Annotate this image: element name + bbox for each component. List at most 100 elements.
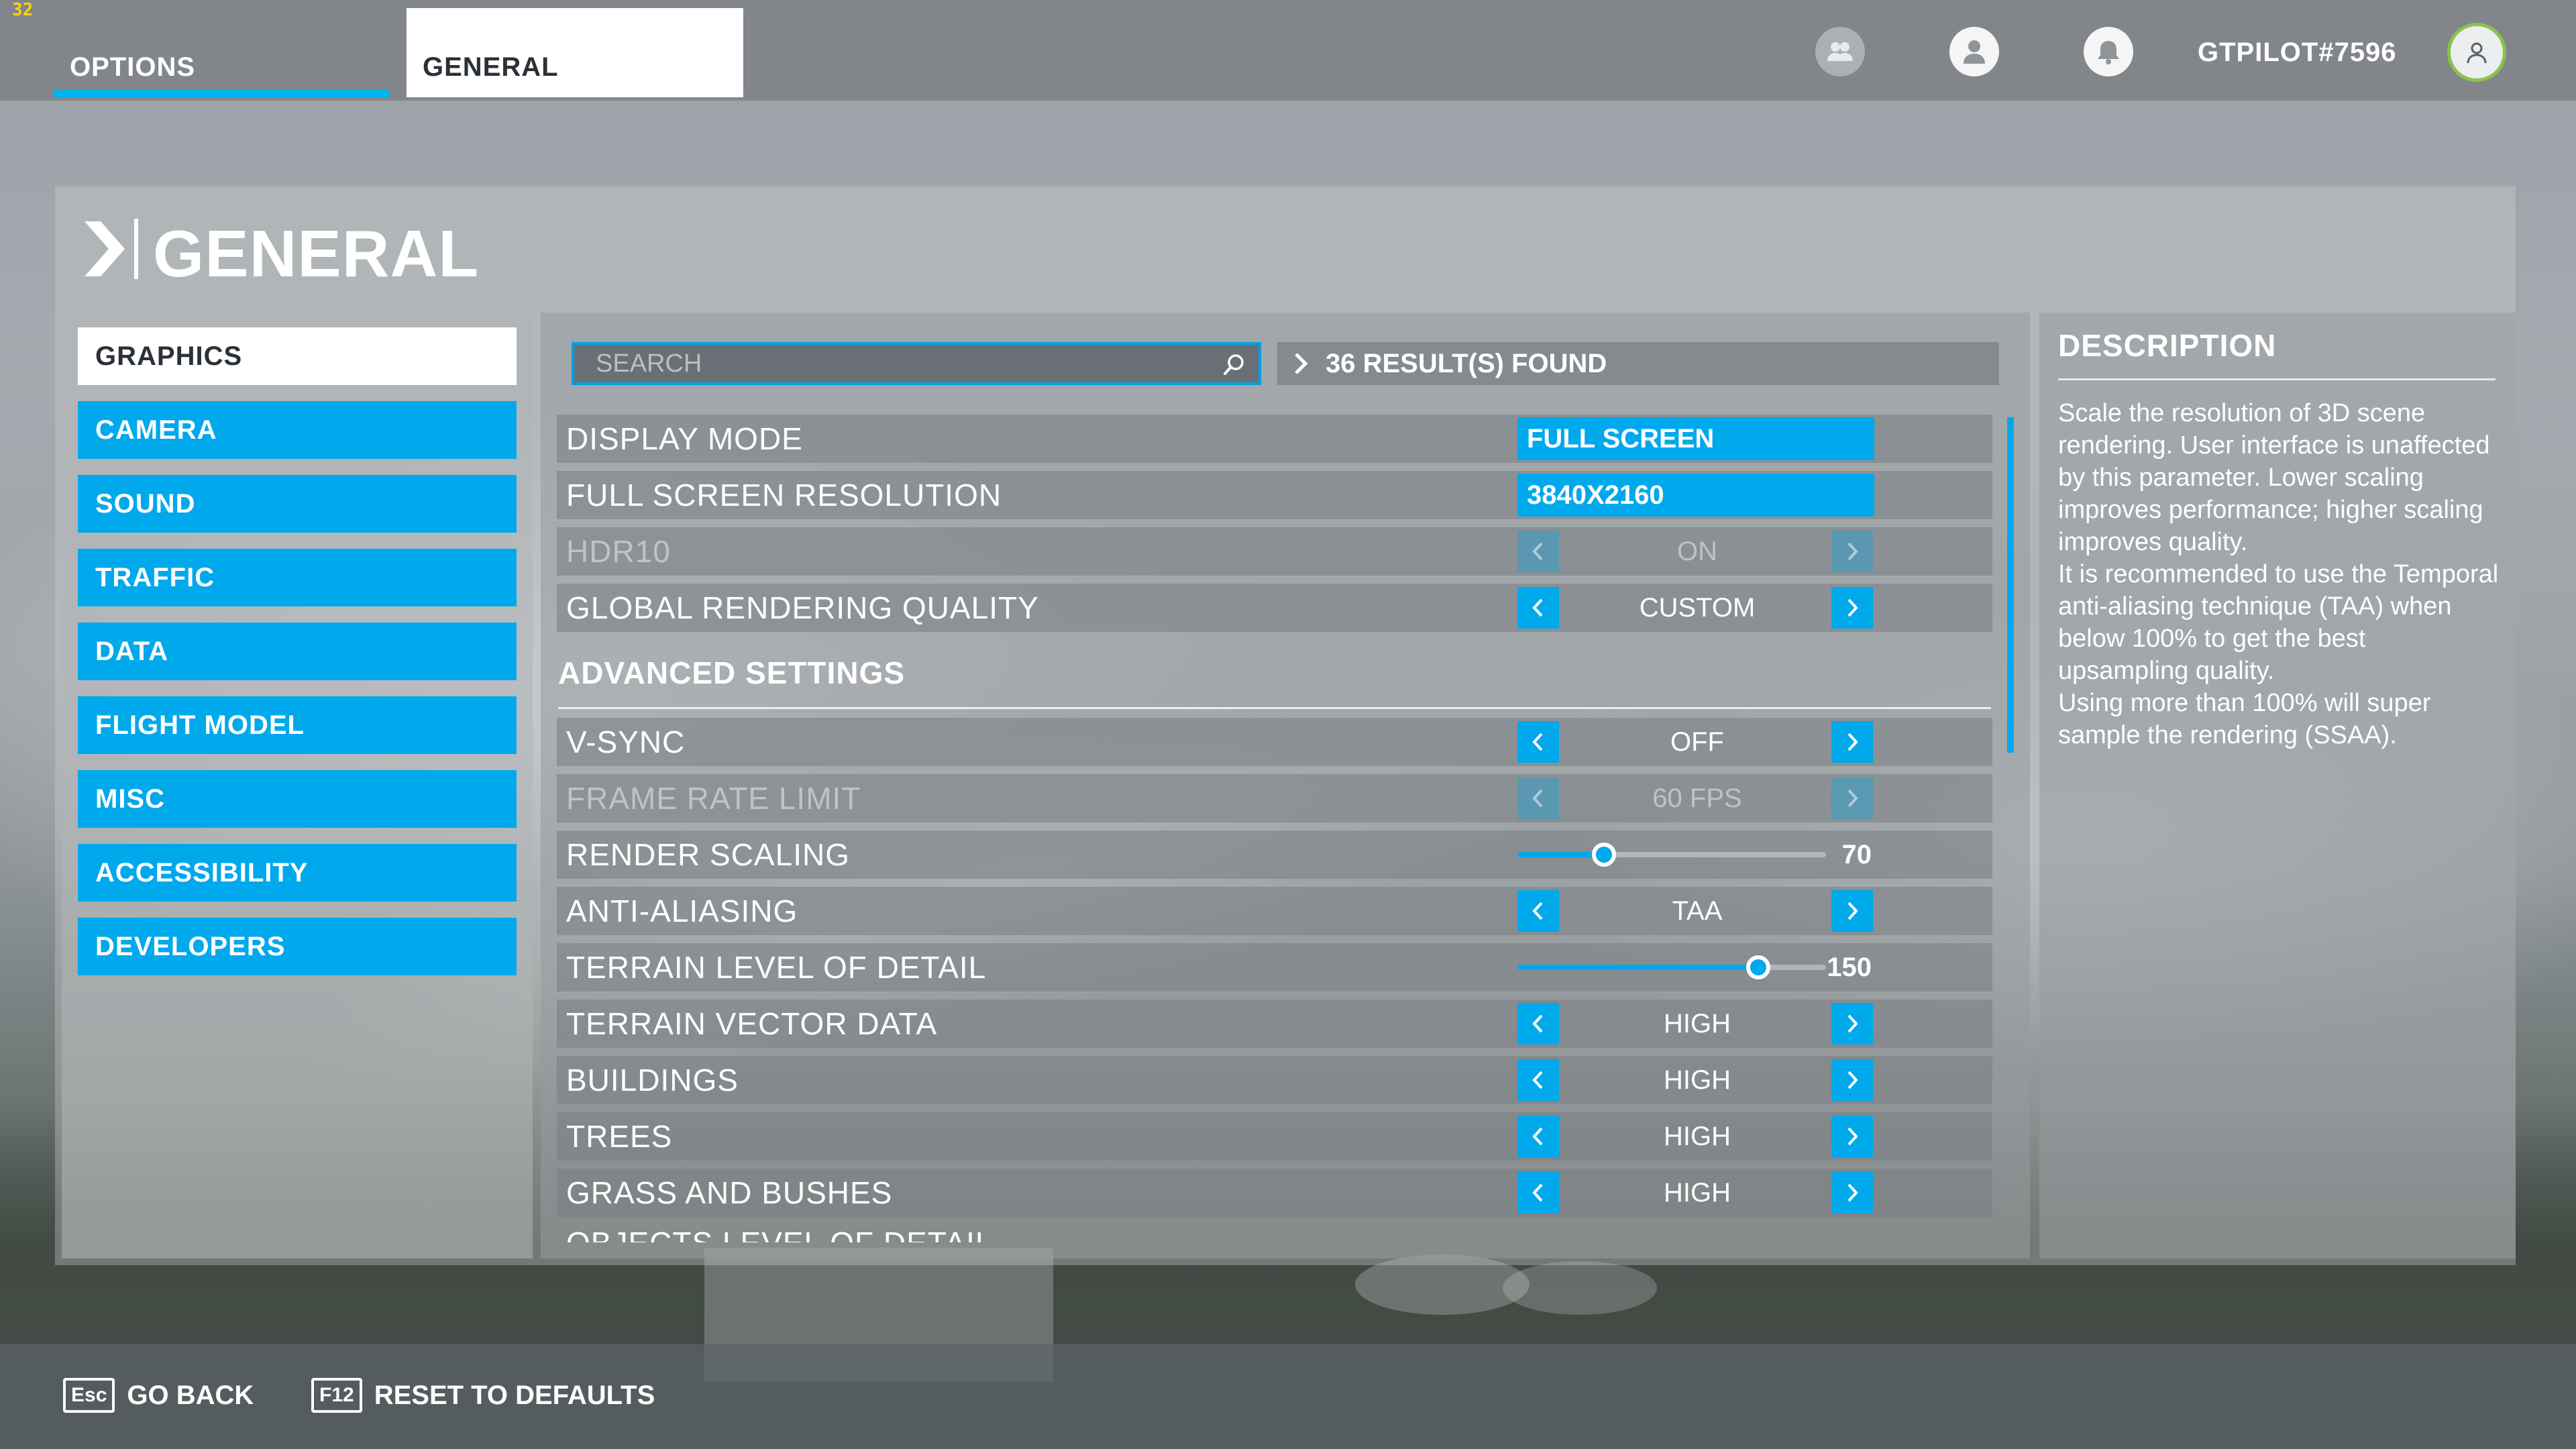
global-quality-next-button[interactable]: [1831, 587, 1873, 629]
terrain-vector-next-button[interactable]: [1831, 1003, 1873, 1044]
trees-next-button[interactable]: [1831, 1116, 1873, 1157]
esc-key-icon: Esc: [63, 1378, 115, 1413]
setting-label: V-SYNC: [566, 724, 686, 759]
results-text: 36 RESULT(S) FOUND: [1326, 348, 1607, 378]
chevron-left-icon: [1532, 902, 1543, 920]
go-back-label: GO BACK: [127, 1380, 254, 1410]
anti-aliasing-next-button[interactable]: [1831, 890, 1873, 932]
sidebar-item-camera[interactable]: CAMERA: [78, 401, 517, 459]
reset-defaults-button[interactable]: F12 RESET TO DEFAULTS: [311, 1378, 655, 1413]
chevron-right-icon: [1847, 1014, 1858, 1033]
vsync-next-button[interactable]: [1831, 721, 1873, 763]
description-paragraph: Using more than 100% will super sample t…: [2058, 689, 2431, 749]
hdr10-prev-button[interactable]: [1517, 531, 1559, 572]
chevron-left-icon: [1532, 733, 1543, 751]
friends-icon: [1827, 42, 1853, 61]
profile-button[interactable]: [1949, 27, 1999, 76]
slider-fill: [1517, 852, 1604, 857]
sidebar-item-sound[interactable]: SOUND: [78, 475, 517, 533]
sidebar-item-graphics[interactable]: GRAPHICS: [78, 327, 517, 385]
sidebar-item-traffic[interactable]: TRAFFIC: [78, 549, 517, 606]
setting-grass-and-bushes: GRASS AND BUSHES HIGH: [557, 1169, 1992, 1217]
setting-label: TERRAIN VECTOR DATA: [566, 1006, 938, 1041]
trees-prev-button[interactable]: [1517, 1116, 1559, 1157]
setting-label: TREES: [566, 1119, 673, 1154]
notification-icon: [2098, 41, 2119, 64]
chevron-right-icon: [85, 221, 125, 276]
vsync-prev-button[interactable]: [1517, 721, 1559, 763]
search-input[interactable]: [596, 349, 1199, 378]
setting-global-rendering-quality: GLOBAL RENDERING QUALITY CUSTOM: [557, 584, 1992, 632]
setting-vsync: V-SYNC OFF: [557, 718, 1992, 766]
setting-trees: TREES HIGH: [557, 1112, 1992, 1161]
render-scaling-slider[interactable]: [1517, 843, 1826, 867]
fps-counter: 32: [12, 0, 34, 20]
setting-terrain-level-of-detail: TERRAIN LEVEL OF DETAIL 150: [557, 943, 1992, 991]
description-divider: [2058, 378, 2496, 380]
anti-aliasing-value: TAA: [1672, 896, 1723, 926]
results-count: 36 RESULT(S) FOUND: [1277, 342, 1999, 385]
notifications-button[interactable]: [2084, 27, 2133, 76]
setting-label: GRASS AND BUSHES: [566, 1175, 893, 1210]
avatar[interactable]: [2447, 23, 2506, 82]
f12-key-icon: F12: [311, 1378, 362, 1413]
buildings-next-button[interactable]: [1831, 1059, 1873, 1101]
sidebar-item-flight-model[interactable]: FLIGHT MODEL: [78, 696, 517, 754]
page-title: GENERAL: [153, 217, 480, 290]
vsync-value: OFF: [1670, 727, 1724, 757]
setting-label: TERRAIN LEVEL OF DETAIL: [566, 950, 987, 985]
buildings-value: HIGH: [1664, 1065, 1731, 1095]
sidebar-item-data[interactable]: DATA: [78, 623, 517, 680]
buildings-prev-button[interactable]: [1517, 1059, 1559, 1101]
frame-rate-value: 60 FPS: [1652, 783, 1742, 813]
username[interactable]: GTPILOT#7596: [2198, 38, 2397, 68]
global-quality-value: CUSTOM: [1639, 592, 1756, 623]
setting-label: FRAME RATE LIMIT: [566, 781, 861, 816]
setting-label: DISPLAY MODE: [566, 421, 803, 456]
avatar-icon: [2467, 42, 2487, 64]
chevron-left-icon: [1532, 1183, 1543, 1202]
go-back-button[interactable]: Esc GO BACK: [63, 1378, 254, 1413]
chevron-left-icon: [1532, 1127, 1543, 1146]
description-paragraph: Scale the resolution of 3D scene renderi…: [2058, 399, 2490, 556]
description-paragraph: It is recommended to use the Temporal an…: [2058, 560, 2499, 685]
global-quality-prev-button[interactable]: [1517, 587, 1559, 629]
search-box[interactable]: [572, 342, 1261, 385]
slider-handle[interactable]: [1591, 843, 1616, 867]
hdr10-value: ON: [1677, 536, 1717, 566]
frame-rate-prev-button[interactable]: [1517, 777, 1559, 819]
advanced-settings-heading: ADVANCED SETTINGS: [558, 655, 906, 690]
list-scrollbar[interactable]: [2007, 417, 2014, 753]
anti-aliasing-prev-button[interactable]: [1517, 890, 1559, 932]
setting-label: ANTI-ALIASING: [566, 894, 798, 928]
hdr10-next-button[interactable]: [1831, 531, 1873, 572]
setting-anti-aliasing: ANTI-ALIASING TAA: [557, 887, 1992, 935]
resolution-select[interactable]: 3840X2160: [1517, 474, 1874, 517]
setting-frame-rate-limit: FRAME RATE LIMIT 60 FPS: [557, 774, 1992, 822]
terrain-lod-slider[interactable]: [1517, 955, 1826, 979]
chevron-left-icon: [1532, 598, 1543, 617]
tab-general[interactable]: GENERAL: [407, 8, 743, 97]
sidebar-item-misc[interactable]: MISC: [78, 770, 517, 828]
terrain-vector-prev-button[interactable]: [1517, 1003, 1559, 1044]
setting-objects-level-of-detail: OBJECTS LEVEL OF DETAIL: [557, 1225, 1992, 1242]
render-scaling-value: 70: [1841, 839, 1872, 869]
slider-handle[interactable]: [1746, 955, 1770, 979]
friends-button[interactable]: [1815, 27, 1865, 76]
chevron-right-icon: [1295, 353, 1308, 374]
setting-render-scaling: RENDER SCALING 70: [557, 830, 1992, 879]
sidebar-item-accessibility[interactable]: ACCESSIBILITY: [78, 844, 517, 902]
tab-options[interactable]: OPTIONS: [54, 8, 389, 97]
tab-general-label: GENERAL: [423, 52, 559, 82]
chevron-left-icon: [1532, 1071, 1543, 1089]
sidebar-item-developers[interactable]: DEVELOPERS: [78, 918, 517, 975]
grass-prev-button[interactable]: [1517, 1172, 1559, 1214]
profile-icon: [1964, 40, 1985, 64]
frame-rate-next-button[interactable]: [1831, 777, 1873, 819]
chevron-right-icon: [1847, 1183, 1858, 1202]
grass-next-button[interactable]: [1831, 1172, 1873, 1214]
display-mode-select[interactable]: FULL SCREEN: [1517, 417, 1874, 460]
setting-label: FULL SCREEN RESOLUTION: [566, 478, 1002, 513]
chevron-left-icon: [1532, 542, 1543, 561]
trees-value: HIGH: [1664, 1121, 1731, 1151]
